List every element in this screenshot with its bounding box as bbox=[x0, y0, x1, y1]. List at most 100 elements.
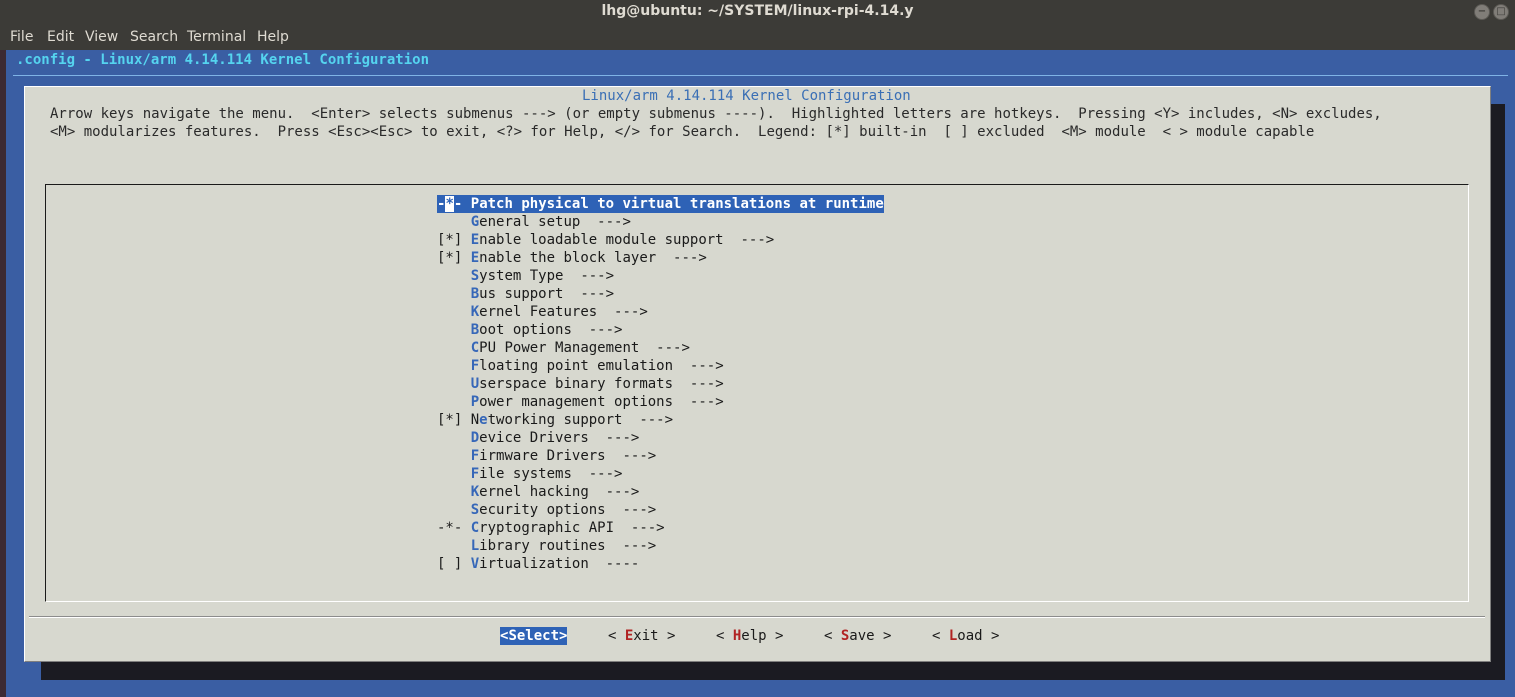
menu-item-gap bbox=[462, 520, 470, 536]
menu-item[interactable]: Userspace binary formats ---> bbox=[437, 375, 724, 393]
menu-item[interactable]: Floating point emulation ---> bbox=[437, 357, 724, 375]
menu-item-hotkey: K bbox=[470, 484, 480, 500]
menu-item[interactable]: [*] Enable loadable module support ---> bbox=[437, 231, 774, 249]
menu-item-hotkey: F bbox=[470, 448, 480, 464]
menu-item-arrow: ---> bbox=[673, 394, 724, 410]
select-button-label: elect bbox=[516, 628, 560, 644]
exit-button[interactable]: < Exit > bbox=[608, 627, 675, 645]
help-button-label: elp bbox=[741, 628, 767, 644]
menu-item-hotkey: B bbox=[470, 322, 480, 338]
menu-item-state bbox=[437, 340, 462, 356]
menu-item-state bbox=[437, 484, 462, 500]
menu-item-arrow: ---> bbox=[614, 520, 665, 536]
menu-help[interactable]: Help bbox=[257, 29, 289, 45]
menu-file[interactable]: File bbox=[10, 29, 33, 45]
menu-item-label: loating point emulation bbox=[479, 358, 674, 374]
menu-item-label: us support bbox=[479, 286, 564, 302]
menu-item[interactable]: General setup ---> bbox=[437, 213, 631, 231]
menu-item-gap bbox=[462, 466, 470, 482]
config-title: .config - Linux/arm 4.14.114 Kernel Conf… bbox=[16, 52, 430, 68]
menu-item[interactable]: Device Drivers ---> bbox=[437, 429, 640, 447]
minimize-button[interactable]: − bbox=[1474, 4, 1490, 20]
menu-item-state bbox=[437, 466, 462, 482]
menu-item-arrow: ---> bbox=[588, 484, 640, 500]
menu-item-gap bbox=[462, 196, 470, 212]
menu-item-hotkey: S bbox=[470, 268, 480, 284]
title-rule bbox=[13, 75, 1508, 76]
load-button-right: > bbox=[982, 628, 1000, 644]
menu-item[interactable]: Firmware Drivers ---> bbox=[437, 447, 656, 465]
select-button[interactable]: <Select> bbox=[500, 627, 568, 645]
save-button[interactable]: < Save > bbox=[824, 627, 891, 645]
menu-item-state bbox=[437, 430, 462, 446]
menu-item[interactable]: -*- Patch physical to virtual translatio… bbox=[437, 195, 884, 213]
menu-item-state bbox=[437, 214, 462, 230]
menu-item[interactable]: Kernel Features ---> bbox=[437, 303, 648, 321]
menu-item[interactable]: File systems ---> bbox=[437, 465, 623, 483]
menu-item-state bbox=[437, 268, 462, 284]
menu-item-state bbox=[437, 394, 462, 410]
menu-item-arrow: ---> bbox=[673, 358, 724, 374]
terminal-left-edge bbox=[0, 50, 6, 697]
menu-item-label: ryptographic API bbox=[479, 520, 615, 536]
exit-button-left: < bbox=[608, 628, 625, 644]
select-button-right: > bbox=[559, 628, 568, 644]
menu-item-arrow: ---> bbox=[571, 322, 623, 338]
menu-item-label: ystem Type bbox=[479, 268, 564, 284]
dialog-shadow-right bbox=[1489, 104, 1505, 680]
menu-item-arrow: ---- bbox=[588, 556, 640, 572]
menu-item[interactable]: Bus support ---> bbox=[437, 285, 614, 303]
menu-item-label: tworking support bbox=[487, 412, 623, 428]
menu-terminal[interactable]: Terminal bbox=[187, 29, 246, 45]
menu-item-label: ecurity options bbox=[479, 502, 606, 518]
menu-item[interactable]: Power management options ---> bbox=[437, 393, 724, 411]
menu-item[interactable]: CPU Power Management ---> bbox=[437, 339, 690, 357]
menu-item-state bbox=[437, 304, 462, 320]
menu-item-label: PU Power Management bbox=[479, 340, 640, 356]
menu-item-arrow: ---> bbox=[622, 412, 674, 428]
menu-item-hotkey: B bbox=[470, 286, 480, 302]
menu-item-gap bbox=[462, 250, 470, 266]
maximize-button[interactable]: □ bbox=[1493, 4, 1509, 20]
menu-item[interactable]: Kernel hacking ---> bbox=[437, 483, 640, 501]
menu-item-state bbox=[437, 286, 462, 302]
menu-item[interactable]: [ ] Virtualization ---- bbox=[437, 555, 639, 573]
menu-item[interactable]: Library routines ---> bbox=[437, 537, 656, 555]
menu-item-label: oot options bbox=[479, 322, 572, 338]
load-button[interactable]: < Load > bbox=[932, 627, 999, 645]
menu-item[interactable]: -*- Cryptographic API ---> bbox=[437, 519, 665, 537]
dialog-shadow-bottom bbox=[41, 660, 1505, 680]
menu-item-gap bbox=[462, 358, 470, 374]
menu-item[interactable]: [*] Networking support ---> bbox=[437, 411, 673, 429]
menu-search[interactable]: Search bbox=[130, 29, 178, 45]
menu-item-label: irtualization bbox=[479, 556, 589, 572]
menu-item[interactable]: Security options ---> bbox=[437, 501, 656, 519]
menu-item-arrow: ---> bbox=[588, 430, 640, 446]
menu-item-label-pre: N bbox=[470, 412, 480, 428]
help-text-line-1: Arrow keys navigate the menu. <Enter> se… bbox=[50, 106, 1382, 122]
menu-item[interactable]: Boot options ---> bbox=[437, 321, 623, 339]
menu-view[interactable]: View bbox=[85, 29, 118, 45]
menu-item[interactable]: System Type ---> bbox=[437, 267, 614, 285]
menu-item-state: [ ] bbox=[437, 556, 463, 572]
menu-item-gap bbox=[462, 502, 470, 518]
window-titlebar: lhg@ubuntu: ~/SYSTEM/linux-rpi-4.14.y − … bbox=[0, 0, 1515, 25]
menu-edit[interactable]: Edit bbox=[47, 29, 74, 45]
menu-item-label: ibrary routines bbox=[479, 538, 606, 554]
menu-item-gap bbox=[462, 340, 470, 356]
menu-item-state bbox=[437, 448, 462, 464]
button-separator bbox=[29, 617, 1485, 618]
menu-item-state: [*] bbox=[437, 232, 463, 248]
menu-item-hotkey: D bbox=[470, 430, 480, 446]
menu-item-arrow: ---> bbox=[597, 304, 648, 320]
menu-item-gap bbox=[462, 538, 470, 554]
menu-item[interactable]: [*] Enable the block layer ---> bbox=[437, 249, 707, 267]
exit-button-label: xit bbox=[633, 628, 659, 644]
menu-item-state bbox=[437, 322, 462, 338]
menu-item-gap bbox=[462, 412, 470, 428]
menu-item-state: -*- bbox=[437, 196, 463, 212]
menu-item-arrow: ---> bbox=[571, 466, 623, 482]
help-button[interactable]: < Help > bbox=[716, 627, 783, 645]
menu-item-gap bbox=[462, 322, 470, 338]
menu-item-hotkey: F bbox=[470, 358, 480, 374]
